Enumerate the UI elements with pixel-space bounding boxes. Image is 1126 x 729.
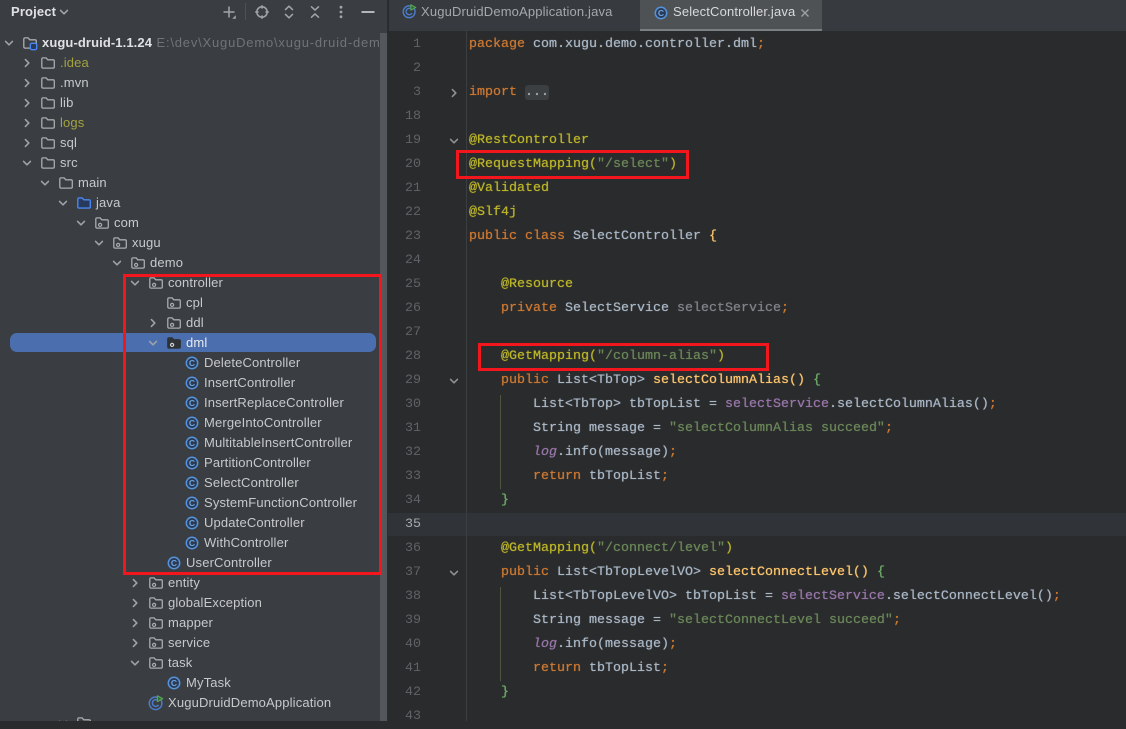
- svg-text:C: C: [171, 678, 177, 688]
- svg-text:C: C: [658, 8, 664, 18]
